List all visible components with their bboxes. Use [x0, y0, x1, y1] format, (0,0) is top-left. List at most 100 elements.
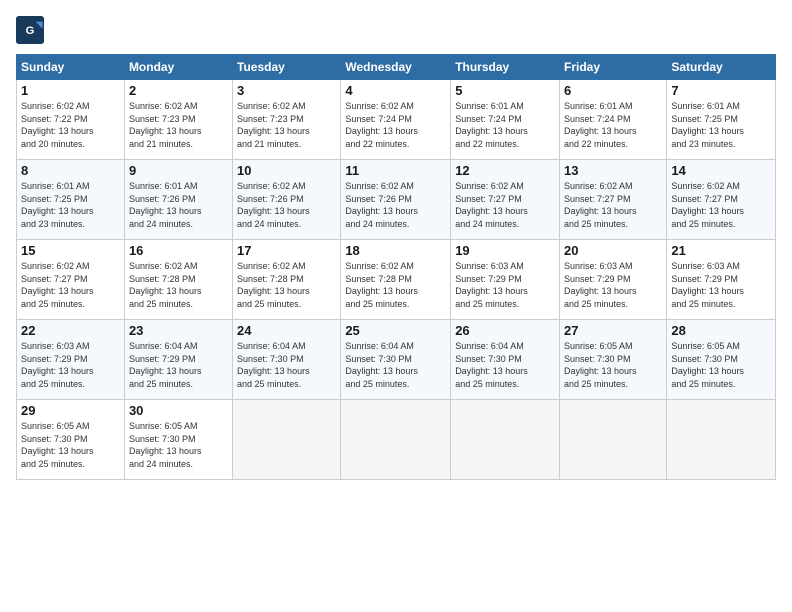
day-header-tuesday: Tuesday	[233, 55, 341, 80]
day-info: Sunrise: 6:02 AMSunset: 7:27 PMDaylight:…	[671, 180, 771, 230]
day-info: Sunrise: 6:04 AMSunset: 7:30 PMDaylight:…	[455, 340, 555, 390]
day-number: 10	[237, 163, 336, 178]
calendar-cell: 18 Sunrise: 6:02 AMSunset: 7:28 PMDayligh…	[341, 240, 451, 320]
day-info: Sunrise: 6:01 AMSunset: 7:24 PMDaylight:…	[455, 100, 555, 150]
day-number: 5	[455, 83, 555, 98]
calendar-week-5: 29 Sunrise: 6:05 AMSunset: 7:30 PMDayligh…	[17, 400, 776, 480]
day-info: Sunrise: 6:02 AMSunset: 7:27 PMDaylight:…	[455, 180, 555, 230]
day-info: Sunrise: 6:02 AMSunset: 7:23 PMDaylight:…	[237, 100, 336, 150]
day-number: 9	[129, 163, 228, 178]
calendar-cell: 15 Sunrise: 6:02 AMSunset: 7:27 PMDayligh…	[17, 240, 125, 320]
day-number: 16	[129, 243, 228, 258]
calendar-cell: 27 Sunrise: 6:05 AMSunset: 7:30 PMDayligh…	[560, 320, 667, 400]
day-number: 25	[345, 323, 446, 338]
day-header-saturday: Saturday	[667, 55, 776, 80]
day-number: 8	[21, 163, 120, 178]
day-number: 13	[564, 163, 662, 178]
calendar-week-2: 8Sunrise: 6:01 AMSunset: 7:25 PMDaylight…	[17, 160, 776, 240]
day-info: Sunrise: 6:04 AMSunset: 7:30 PMDaylight:…	[237, 340, 336, 390]
day-number: 27	[564, 323, 662, 338]
day-number: 1	[21, 83, 120, 98]
calendar-header-row: SundayMondayTuesdayWednesdayThursdayFrid…	[17, 55, 776, 80]
calendar-cell: 6Sunrise: 6:01 AMSunset: 7:24 PMDaylight…	[560, 80, 667, 160]
calendar-cell: 14Sunrise: 6:02 AMSunset: 7:27 PMDayligh…	[667, 160, 776, 240]
day-info: Sunrise: 6:01 AMSunset: 7:25 PMDaylight:…	[671, 100, 771, 150]
calendar-cell: 12 Sunrise: 6:02 AMSunset: 7:27 PMDayligh…	[451, 160, 560, 240]
calendar-cell: 1 Sunrise: 6:02 AMSunset: 7:22 PMDaylight…	[17, 80, 125, 160]
day-number: 11	[345, 163, 446, 178]
calendar-cell	[341, 400, 451, 480]
svg-text:G: G	[26, 25, 35, 37]
day-number: 12	[455, 163, 555, 178]
calendar-cell: 20 Sunrise: 6:03 AMSunset: 7:29 PMDayligh…	[560, 240, 667, 320]
day-number: 22	[21, 323, 120, 338]
day-number: 20	[564, 243, 662, 258]
day-info: Sunrise: 6:01 AMSunset: 7:24 PMDaylight:…	[564, 100, 662, 150]
calendar-cell: 2Sunrise: 6:02 AMSunset: 7:23 PMDaylight…	[124, 80, 232, 160]
day-info: Sunrise: 6:03 AMSunset: 7:29 PMDaylight:…	[455, 260, 555, 310]
calendar-cell: 23 Sunrise: 6:04 AMSunset: 7:29 PMDayligh…	[124, 320, 232, 400]
logo-icon: G	[16, 16, 44, 44]
day-header-thursday: Thursday	[451, 55, 560, 80]
calendar-cell: 10 Sunrise: 6:02 AMSunset: 7:26 PMDayligh…	[233, 160, 341, 240]
day-info: Sunrise: 6:03 AMSunset: 7:29 PMDaylight:…	[564, 260, 662, 310]
day-number: 3	[237, 83, 336, 98]
day-number: 18	[345, 243, 446, 258]
day-info: Sunrise: 6:03 AMSunset: 7:29 PMDaylight:…	[671, 260, 771, 310]
calendar-cell: 28 Sunrise: 6:05 AMSunset: 7:30 PMDayligh…	[667, 320, 776, 400]
calendar-cell	[560, 400, 667, 480]
day-info: Sunrise: 6:02 AMSunset: 7:28 PMDaylight:…	[345, 260, 446, 310]
day-info: Sunrise: 6:02 AMSunset: 7:22 PMDaylight:…	[21, 100, 120, 150]
calendar-cell: 29Sunrise: 6:05 AMSunset: 7:30 PMDayligh…	[17, 400, 125, 480]
calendar-cell: 7Sunrise: 6:01 AMSunset: 7:25 PMDaylight…	[667, 80, 776, 160]
calendar-cell: 30Sunrise: 6:05 AMSunset: 7:30 PMDayligh…	[124, 400, 232, 480]
day-info: Sunrise: 6:01 AMSunset: 7:26 PMDaylight:…	[129, 180, 228, 230]
day-number: 21	[671, 243, 771, 258]
logo: G	[16, 16, 48, 44]
day-info: Sunrise: 6:02 AMSunset: 7:27 PMDaylight:…	[564, 180, 662, 230]
calendar-cell	[667, 400, 776, 480]
calendar-cell: 22Sunrise: 6:03 AMSunset: 7:29 PMDayligh…	[17, 320, 125, 400]
day-info: Sunrise: 6:02 AMSunset: 7:27 PMDaylight:…	[21, 260, 120, 310]
day-number: 15	[21, 243, 120, 258]
calendar-week-3: 15 Sunrise: 6:02 AMSunset: 7:27 PMDayligh…	[17, 240, 776, 320]
calendar-cell: 24 Sunrise: 6:04 AMSunset: 7:30 PMDayligh…	[233, 320, 341, 400]
page: G SundayMondayTuesdayWednesdayThursdayFr…	[0, 0, 792, 612]
day-info: Sunrise: 6:02 AMSunset: 7:26 PMDaylight:…	[237, 180, 336, 230]
day-number: 29	[21, 403, 120, 418]
calendar-cell: 5 Sunrise: 6:01 AMSunset: 7:24 PMDaylight…	[451, 80, 560, 160]
day-info: Sunrise: 6:02 AMSunset: 7:28 PMDaylight:…	[237, 260, 336, 310]
calendar-cell: 13 Sunrise: 6:02 AMSunset: 7:27 PMDayligh…	[560, 160, 667, 240]
day-info: Sunrise: 6:02 AMSunset: 7:28 PMDaylight:…	[129, 260, 228, 310]
day-info: Sunrise: 6:02 AMSunset: 7:24 PMDaylight:…	[345, 100, 446, 150]
day-info: Sunrise: 6:04 AMSunset: 7:29 PMDaylight:…	[129, 340, 228, 390]
calendar-cell: 9 Sunrise: 6:01 AMSunset: 7:26 PMDaylight…	[124, 160, 232, 240]
calendar-cell: 8Sunrise: 6:01 AMSunset: 7:25 PMDaylight…	[17, 160, 125, 240]
calendar-cell: 3 Sunrise: 6:02 AMSunset: 7:23 PMDaylight…	[233, 80, 341, 160]
calendar-cell: 4 Sunrise: 6:02 AMSunset: 7:24 PMDaylight…	[341, 80, 451, 160]
day-header-sunday: Sunday	[17, 55, 125, 80]
calendar-cell: 25Sunrise: 6:04 AMSunset: 7:30 PMDayligh…	[341, 320, 451, 400]
calendar-cell: 19 Sunrise: 6:03 AMSunset: 7:29 PMDayligh…	[451, 240, 560, 320]
calendar-week-4: 22Sunrise: 6:03 AMSunset: 7:29 PMDayligh…	[17, 320, 776, 400]
calendar-cell: 11Sunrise: 6:02 AMSunset: 7:26 PMDayligh…	[341, 160, 451, 240]
day-info: Sunrise: 6:05 AMSunset: 7:30 PMDaylight:…	[671, 340, 771, 390]
day-number: 28	[671, 323, 771, 338]
day-info: Sunrise: 6:05 AMSunset: 7:30 PMDaylight:…	[564, 340, 662, 390]
day-header-monday: Monday	[124, 55, 232, 80]
calendar-cell	[451, 400, 560, 480]
day-number: 26	[455, 323, 555, 338]
calendar-cell: 16 Sunrise: 6:02 AMSunset: 7:28 PMDayligh…	[124, 240, 232, 320]
day-number: 24	[237, 323, 336, 338]
day-header-wednesday: Wednesday	[341, 55, 451, 80]
day-number: 23	[129, 323, 228, 338]
calendar-week-1: 1 Sunrise: 6:02 AMSunset: 7:22 PMDaylight…	[17, 80, 776, 160]
day-number: 17	[237, 243, 336, 258]
calendar-cell: 21 Sunrise: 6:03 AMSunset: 7:29 PMDayligh…	[667, 240, 776, 320]
calendar-cell	[233, 400, 341, 480]
day-info: Sunrise: 6:05 AMSunset: 7:30 PMDaylight:…	[129, 420, 228, 470]
day-number: 4	[345, 83, 446, 98]
calendar-body: 1 Sunrise: 6:02 AMSunset: 7:22 PMDaylight…	[17, 80, 776, 480]
day-number: 19	[455, 243, 555, 258]
day-header-friday: Friday	[560, 55, 667, 80]
